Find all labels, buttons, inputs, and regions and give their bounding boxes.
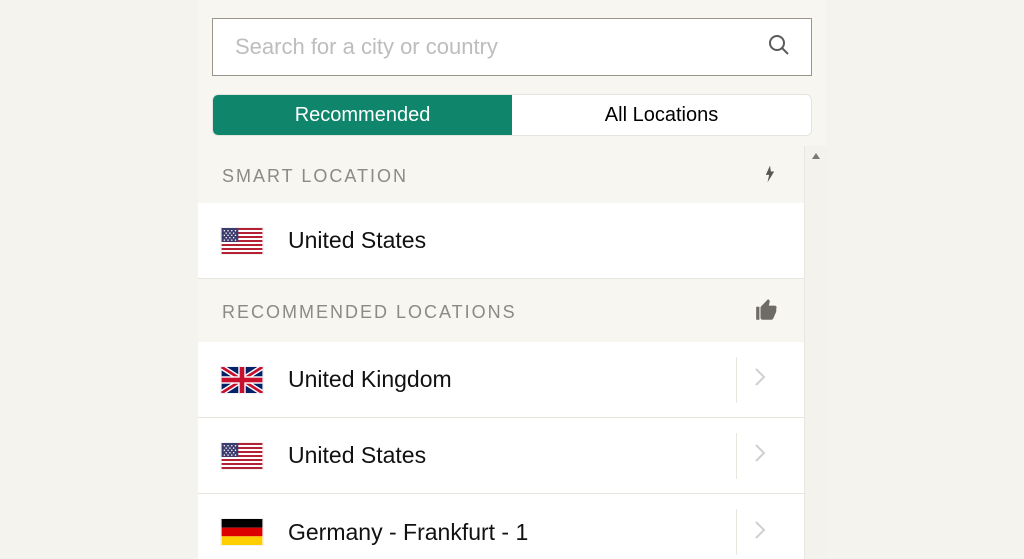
expand-button[interactable] xyxy=(736,509,782,555)
search-section xyxy=(198,0,826,94)
tab-all-locations-label: All Locations xyxy=(605,104,718,127)
lightning-icon xyxy=(760,164,780,189)
tab-recommended-label: Recommended xyxy=(295,104,431,127)
location-row-united-kingdom[interactable]: United Kingdom xyxy=(198,342,804,418)
smart-location-row[interactable]: United States xyxy=(198,203,804,279)
section-header-recommended: RECOMMENDED LOCATIONS xyxy=(198,279,804,342)
search-input[interactable] xyxy=(233,33,767,61)
tab-all-locations[interactable]: All Locations xyxy=(512,95,811,135)
flag-icon-us xyxy=(220,227,264,255)
chevron-right-icon xyxy=(753,366,767,393)
flag-icon-gb xyxy=(220,366,264,394)
flag-icon-de xyxy=(220,518,264,546)
search-icon xyxy=(767,33,791,62)
scroll-up-button[interactable] xyxy=(805,146,826,168)
chevron-right-icon xyxy=(753,519,767,546)
location-row-united-states[interactable]: United States xyxy=(198,418,804,494)
location-list: SMART LOCATION xyxy=(198,146,804,559)
chevron-up-icon xyxy=(811,148,821,166)
section-header-smart-location: SMART LOCATION xyxy=(198,146,804,203)
tabs-section: Recommended All Locations xyxy=(198,94,826,146)
location-name: United Kingdom xyxy=(288,366,726,393)
location-name: Germany - Frankfurt - 1 xyxy=(288,519,726,546)
scrollbar[interactable] xyxy=(804,146,826,559)
expand-button[interactable] xyxy=(736,357,782,403)
flag-icon-us xyxy=(220,442,264,470)
chevron-right-icon xyxy=(753,442,767,469)
section-header-recommended-label: RECOMMENDED LOCATIONS xyxy=(222,302,517,323)
expand-button[interactable] xyxy=(736,433,782,479)
tab-recommended[interactable]: Recommended xyxy=(213,95,512,135)
location-list-scroll-area: SMART LOCATION xyxy=(198,146,826,559)
thumbs-up-icon xyxy=(754,297,780,328)
location-picker-panel: Recommended All Locations SMART LOCATION xyxy=(198,0,826,559)
smart-location-name: United States xyxy=(288,227,782,254)
tabs: Recommended All Locations xyxy=(212,94,812,136)
search-box[interactable] xyxy=(212,18,812,76)
location-name: United States xyxy=(288,442,726,469)
location-row-germany-frankfurt-1[interactable]: Germany - Frankfurt - 1 xyxy=(198,494,804,559)
section-header-smart-location-label: SMART LOCATION xyxy=(222,166,408,187)
